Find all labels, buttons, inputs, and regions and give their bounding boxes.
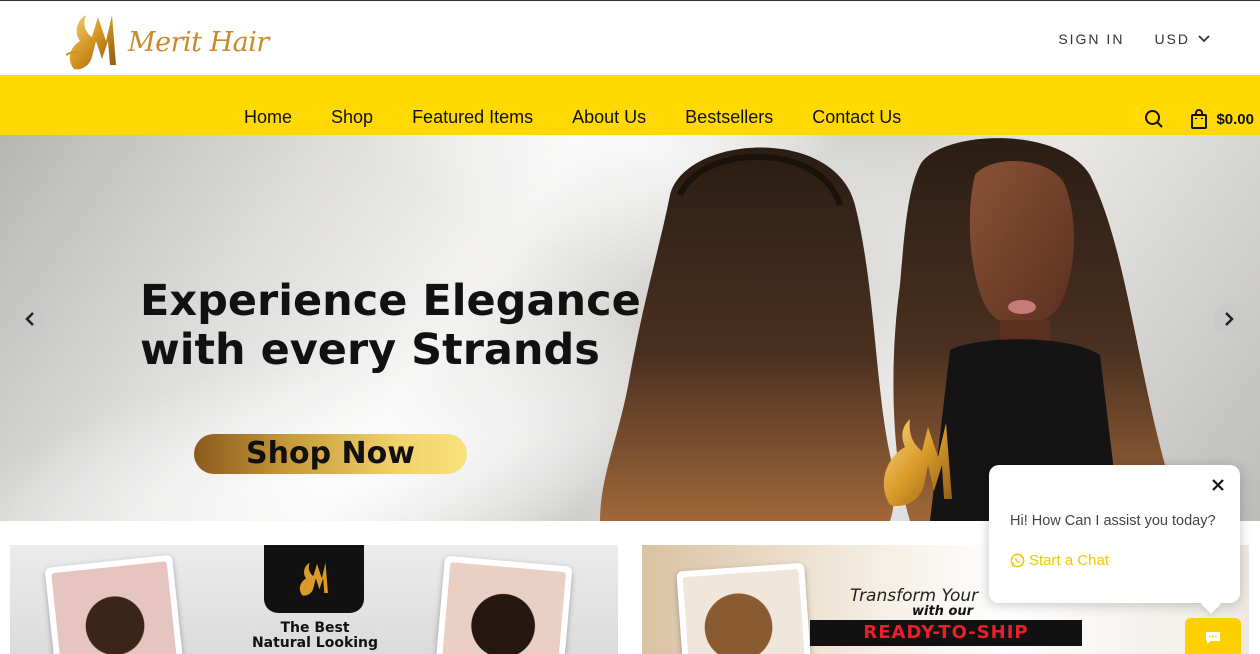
promo-caption-line-2: Natural Looking: [251, 635, 379, 651]
hero-model-image: [600, 138, 1175, 521]
search-icon[interactable]: [1144, 109, 1164, 129]
main-nav: Home Shop Featured Items About Us Bestse…: [0, 75, 1260, 135]
nav-item-contact-us[interactable]: Contact Us: [812, 107, 901, 128]
nav-item-about-us[interactable]: About Us: [572, 107, 646, 128]
cart-total: $0.00: [1216, 110, 1254, 128]
promo-logo: [264, 545, 364, 613]
logo-mark-icon: [65, 15, 116, 70]
start-chat-link[interactable]: Start a Chat: [1010, 552, 1109, 569]
close-icon: [1212, 479, 1224, 491]
slider-next-button[interactable]: [1213, 303, 1245, 335]
start-chat-label: Start a Chat: [1029, 552, 1110, 569]
currency-label: USD: [1154, 31, 1190, 47]
promo-photo-card: [676, 562, 812, 654]
promo-caption-line-1: The Best: [280, 620, 350, 636]
chat-popup: Hi! How Can I assist you today? Start a …: [989, 465, 1240, 603]
chat-launcher-button[interactable]: [1185, 618, 1241, 654]
hero-title-line-1: Experience Elegance: [140, 276, 641, 326]
nav-item-home[interactable]: Home: [244, 107, 292, 128]
promo-photo: [441, 562, 567, 654]
promo-transform-text: Transform Your: [850, 586, 979, 606]
nav-item-shop[interactable]: Shop: [331, 107, 373, 128]
promo-photo: [51, 561, 177, 654]
hero-title: Experience Elegance with every Strands: [140, 277, 660, 375]
hero-title-line-2: with every Strands: [140, 325, 600, 375]
chat-bubble-icon: [1206, 632, 1220, 644]
brand-logo[interactable]: Merit Hair: [60, 11, 269, 73]
hero-slider: Experience Elegance with every Strands S…: [0, 135, 1260, 521]
currency-selector[interactable]: USD: [1154, 31, 1210, 47]
chevron-right-icon: [1225, 312, 1234, 326]
promo-photo-card: [435, 555, 573, 654]
cart-button[interactable]: $0.00: [1190, 109, 1254, 129]
whatsapp-icon: [1010, 553, 1025, 568]
chat-greeting: Hi! How Can I assist you today?: [1010, 513, 1216, 529]
nav-item-bestsellers[interactable]: Bestsellers: [685, 107, 773, 128]
chevron-left-icon: [25, 312, 34, 326]
chevron-down-icon: [1198, 35, 1210, 43]
promo-photo-card: [44, 554, 184, 654]
promo-with-our-text: with our: [912, 604, 974, 619]
promo-banner-natural[interactable]: The Best Natural Looking: [10, 545, 618, 654]
nav-item-featured-items[interactable]: Featured Items: [412, 107, 533, 128]
shop-now-button[interactable]: Shop Now: [194, 434, 467, 474]
top-bar: Merit Hair SIGN IN USD: [0, 0, 1260, 75]
shopping-bag-icon: [1191, 109, 1208, 129]
logo-mark-icon: [299, 562, 328, 596]
logo-text: Merit Hair: [128, 26, 269, 58]
chat-close-button[interactable]: [1212, 475, 1224, 496]
ready-to-ship-badge: READY-TO-SHIP: [810, 620, 1082, 646]
promo-photo: [682, 569, 806, 654]
sign-in-link[interactable]: SIGN IN: [1058, 31, 1124, 47]
slider-prev-button[interactable]: [14, 303, 46, 335]
promo-caption: The Best Natural Looking: [240, 621, 390, 651]
